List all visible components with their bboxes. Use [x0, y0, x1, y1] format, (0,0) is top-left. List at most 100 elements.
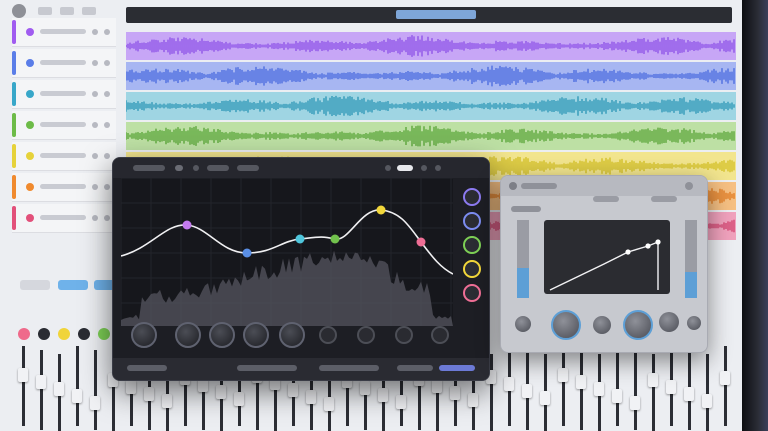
audio-region[interactable] — [126, 92, 736, 120]
footer-control[interactable] — [127, 365, 167, 371]
band-toggle[interactable] — [463, 260, 481, 278]
footer-control[interactable] — [319, 365, 379, 371]
volume-fader[interactable] — [324, 397, 334, 411]
mode-button[interactable] — [593, 196, 619, 202]
timeline-ruler[interactable] — [126, 7, 732, 23]
track-header[interactable] — [12, 173, 116, 202]
menu-icon[interactable] — [421, 165, 427, 171]
volume-fader[interactable] — [144, 387, 154, 401]
volume-fader[interactable] — [594, 382, 604, 396]
volume-fader[interactable] — [612, 389, 622, 403]
volume-fader[interactable] — [504, 377, 514, 391]
volume-fader[interactable] — [54, 382, 64, 396]
eq-band-node[interactable] — [376, 205, 386, 215]
volume-fader[interactable] — [630, 396, 640, 410]
eq-band-node[interactable] — [242, 248, 252, 258]
compressor-plugin-window[interactable] — [500, 175, 708, 353]
solo-button[interactable] — [104, 215, 110, 221]
send-knob[interactable] — [58, 328, 70, 340]
power-icon[interactable] — [509, 182, 517, 190]
attack-knob[interactable] — [593, 316, 611, 334]
eq-gain-knob[interactable] — [243, 322, 269, 348]
audio-region[interactable] — [126, 32, 736, 60]
footer-control[interactable] — [439, 365, 475, 371]
solo-button[interactable] — [104, 60, 110, 66]
volume-fader[interactable] — [450, 386, 460, 400]
volume-fader[interactable] — [36, 375, 46, 389]
band-toggle[interactable] — [463, 284, 481, 302]
gain-knob[interactable] — [659, 312, 679, 332]
volume-fader[interactable] — [558, 368, 568, 382]
compare-button[interactable] — [237, 165, 259, 171]
volume-fader[interactable] — [522, 384, 532, 398]
volume-fader[interactable] — [720, 371, 730, 385]
solo-button[interactable] — [104, 153, 110, 159]
volume-fader[interactable] — [684, 387, 694, 401]
eq-q-knob[interactable] — [319, 326, 337, 344]
close-icon[interactable] — [435, 165, 441, 171]
volume-fader[interactable] — [288, 383, 298, 397]
close-icon[interactable] — [685, 182, 693, 190]
volume-fader[interactable] — [378, 388, 388, 402]
eq-band-node[interactable] — [330, 234, 340, 244]
mute-button[interactable] — [92, 184, 98, 190]
volume-fader[interactable] — [18, 368, 28, 382]
volume-fader[interactable] — [540, 391, 550, 405]
volume-fader[interactable] — [702, 394, 712, 408]
solo-button[interactable] — [104, 122, 110, 128]
strip-slot[interactable] — [58, 280, 88, 290]
track-header[interactable] — [12, 142, 116, 171]
volume-fader[interactable] — [432, 379, 442, 393]
eq-gain-knob[interactable] — [209, 322, 235, 348]
audio-region[interactable] — [126, 122, 736, 150]
send-knob[interactable] — [18, 328, 30, 340]
volume-fader[interactable] — [396, 395, 406, 409]
mute-button[interactable] — [92, 153, 98, 159]
link-icon[interactable] — [175, 165, 183, 171]
strip-slot[interactable] — [20, 280, 50, 290]
preset-menu[interactable] — [511, 206, 541, 212]
volume-fader[interactable] — [90, 396, 100, 410]
volume-fader[interactable] — [162, 394, 172, 408]
eq-gain-knob[interactable] — [131, 322, 157, 348]
mute-button[interactable] — [92, 91, 98, 97]
eq-gain-knob[interactable] — [175, 322, 201, 348]
volume-fader[interactable] — [576, 375, 586, 389]
preset-menu[interactable] — [207, 165, 229, 171]
band-toggle[interactable] — [463, 188, 481, 206]
track-header[interactable] — [12, 49, 116, 78]
solo-button[interactable] — [104, 184, 110, 190]
volume-fader[interactable] — [306, 390, 316, 404]
track-header[interactable] — [12, 80, 116, 109]
toolbar-button[interactable] — [82, 7, 96, 15]
volume-fader[interactable] — [468, 393, 478, 407]
eq-q-knob[interactable] — [357, 326, 375, 344]
track-header[interactable] — [12, 204, 116, 233]
track-header[interactable] — [12, 18, 116, 47]
record-button[interactable] — [12, 4, 26, 18]
volume-fader[interactable] — [234, 392, 244, 406]
mode-button[interactable] — [651, 196, 677, 202]
mute-button[interactable] — [92, 215, 98, 221]
power-icon[interactable] — [193, 165, 199, 171]
volume-fader[interactable] — [666, 380, 676, 394]
solo-button[interactable] — [104, 91, 110, 97]
mute-button[interactable] — [92, 29, 98, 35]
toolbar-button[interactable] — [60, 7, 74, 15]
volume-fader[interactable] — [72, 389, 82, 403]
track-header[interactable] — [12, 111, 116, 140]
footer-control[interactable] — [237, 365, 297, 371]
toolbar-button[interactable] — [38, 7, 52, 15]
eq-band-node[interactable] — [416, 237, 426, 247]
volume-fader[interactable] — [648, 373, 658, 387]
threshold-knob[interactable] — [515, 316, 531, 332]
volume-fader[interactable] — [216, 385, 226, 399]
eq-gain-knob[interactable] — [279, 322, 305, 348]
audio-region[interactable] — [126, 62, 736, 90]
ratio-knob[interactable] — [551, 310, 581, 340]
mute-button[interactable] — [92, 122, 98, 128]
settings-icon[interactable] — [385, 165, 391, 171]
eq-plugin-window[interactable] — [112, 157, 490, 381]
eq-q-knob[interactable] — [431, 326, 449, 344]
release-knob[interactable] — [623, 310, 653, 340]
